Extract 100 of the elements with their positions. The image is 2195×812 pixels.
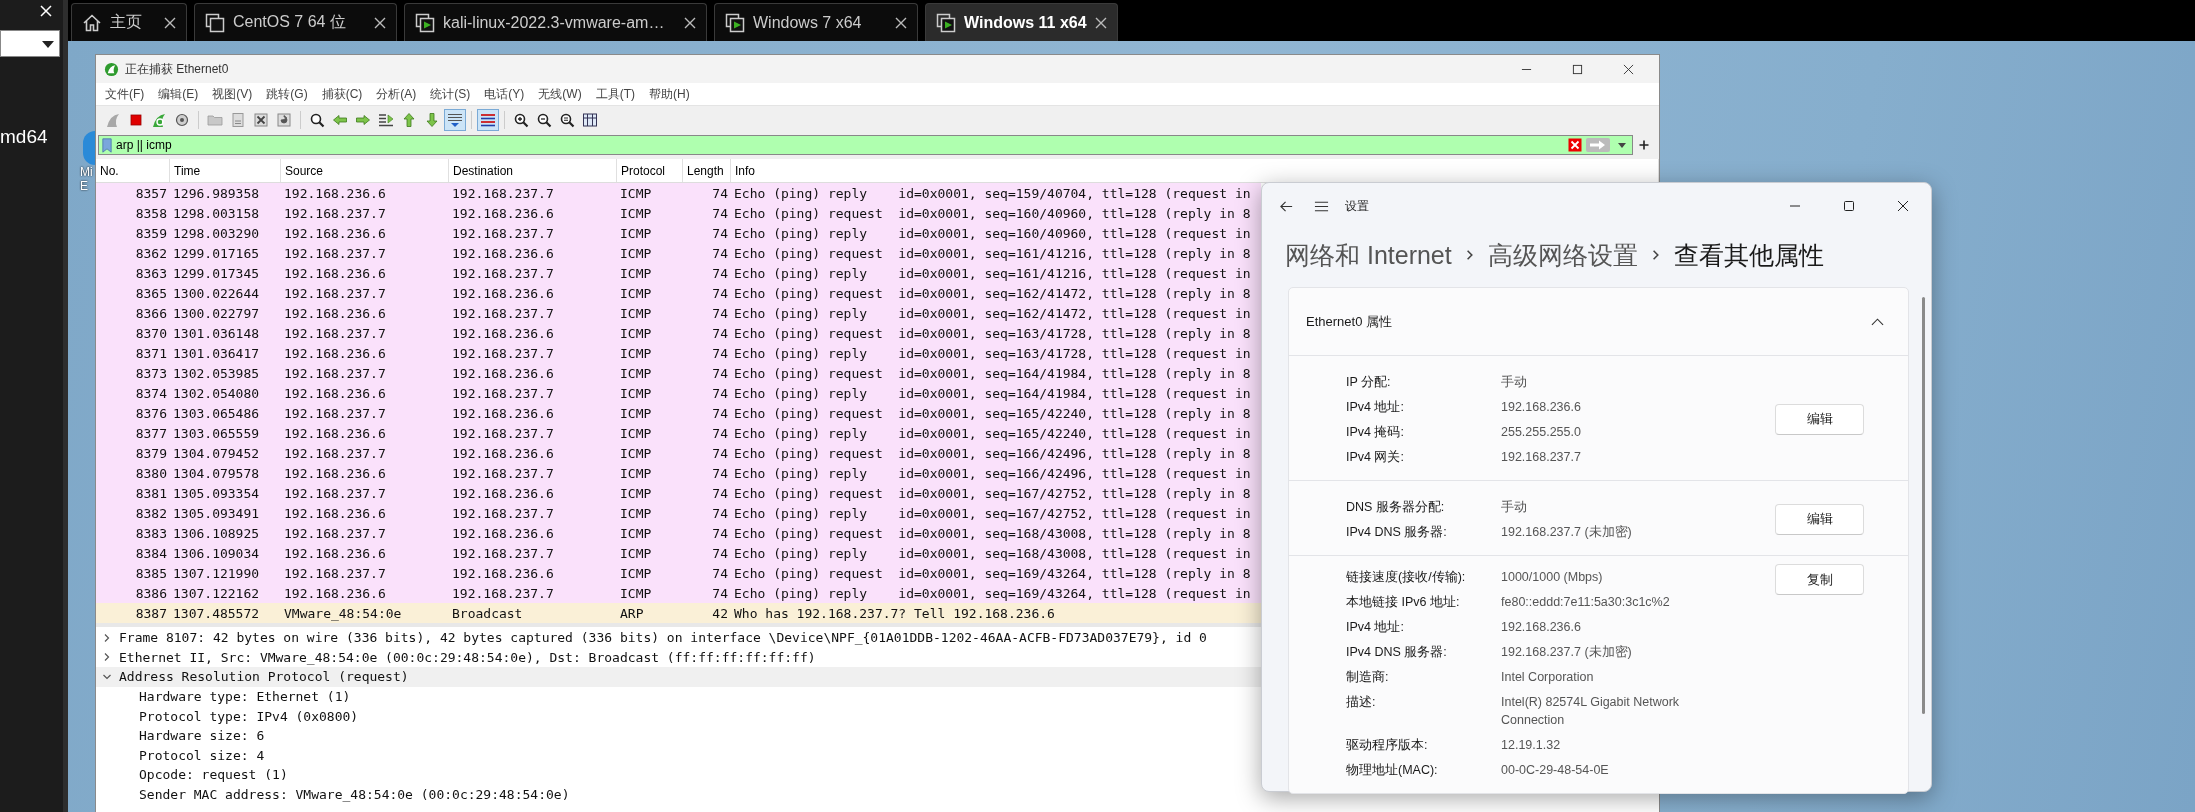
- maximize-icon[interactable]: [1572, 63, 1583, 75]
- menu-item[interactable]: 捕获(C): [321, 85, 363, 103]
- packet-row[interactable]: 8379 1304.079452 192.168.237.7 192.168.236.6 ICMP 74 Echo (ping) request id=0x0001, seq=166/42496, ttl=128 (reply in 8: [96, 443, 1261, 463]
- close-icon[interactable]: [684, 16, 696, 29]
- chevron-up-icon[interactable]: [1871, 317, 1884, 326]
- packet-row[interactable]: 8362 1299.017165 192.168.237.7 192.168.236.6 ICMP 74 Echo (ping) request id=0x0001, seq=161/41216, ttl=128 (reply in 8: [96, 243, 1261, 263]
- table-cell-text: 8387: [134, 605, 168, 621]
- packet-row[interactable]: 8386 1307.122162 192.168.236.6 192.168.237.7 ICMP 74 Echo (ping) reply id=0x0001, seq=169/43264, ttl=128 (request in: [96, 583, 1261, 603]
- packet-row[interactable]: 8374 1302.054080 192.168.236.6 192.168.237.7 ICMP 74 Echo (ping) reply id=0x0001, seq=164/41984, ttl=128 (request in: [96, 383, 1261, 403]
- packet-row[interactable]: 8366 1300.022797 192.168.236.6 192.168.237.7 ICMP 74 Echo (ping) reply id=0x0001, seq=162/41472, ttl=128 (request in: [96, 303, 1261, 323]
- tree-row[interactable]: Frame 8107: 42 bytes on wire (336 bits), 42 bytes captured (336 bits) on interface \Device\NPF_{01A01DDB-1202-46AA-ACFB-FD73AD037E79}, id 0: [96, 628, 1261, 648]
- column-header[interactable]: Protocol: [617, 159, 683, 182]
- table-cell-text: 8366: [134, 305, 168, 321]
- maximize-icon[interactable]: [1843, 200, 1855, 212]
- action-button[interactable]: 编辑: [1775, 503, 1864, 535]
- plus-icon[interactable]: [1639, 140, 1649, 150]
- column-header[interactable]: Time: [170, 159, 281, 182]
- zoom-in-icon: [513, 111, 529, 128]
- dropdown-field[interactable]: [0, 30, 60, 57]
- packet-row[interactable]: 8376 1303.065486 192.168.237.7 192.168.236.6 ICMP 74 Echo (ping) request id=0x0001, seq=165/42240, ttl=128 (reply in 8: [96, 403, 1261, 423]
- packet-row[interactable]: 8359 1298.003290 192.168.236.6 192.168.237.7 ICMP 74 Echo (ping) reply id=0x0001, seq=160/40960, ttl=128 (request in: [96, 223, 1261, 243]
- chevron-right-icon[interactable]: [102, 632, 112, 643]
- close-icon[interactable]: [1095, 16, 1107, 29]
- menu-item[interactable]: 无线(W): [538, 85, 582, 103]
- table-cell-text: 192.168.237.7: [451, 545, 555, 561]
- table-cell-text: 192.168.236.6: [283, 225, 387, 241]
- tree-row[interactable]: Ethernet II, Src: VMware_48:54:0e (00:0c:29:48:54:0e), Dst: Broadcast (ff:ff:ff:ff:ff:ff): [96, 647, 1261, 668]
- menu-item[interactable]: 文件(F): [105, 85, 145, 103]
- tree-row[interactable]: Hardware size: 6: [139, 728, 265, 744]
- close-icon[interactable]: [1623, 63, 1634, 75]
- packet-row[interactable]: 8373 1302.053985 192.168.237.7 192.168.236.6 ICMP 74 Echo (ping) request id=0x0001, seq=164/41984, ttl=128 (reply in 8: [96, 363, 1261, 383]
- property-label: 制造商:: [1346, 668, 1390, 686]
- property-value: 192.168.236.6: [1501, 398, 1582, 416]
- tree-row[interactable]: Opcode: request (1): [139, 767, 288, 783]
- close-icon[interactable]: [374, 16, 386, 29]
- table-cell-text: 192.168.236.6: [451, 205, 555, 221]
- close-icon[interactable]: [895, 16, 907, 29]
- packet-row[interactable]: 8363 1299.017345 192.168.236.6 192.168.237.7 ICMP 74 Echo (ping) reply id=0x0001, seq=161/41216, ttl=128 (request in: [96, 263, 1261, 283]
- menu-item[interactable]: 编辑(E): [158, 85, 199, 103]
- packet-row[interactable]: 8365 1300.022644 192.168.237.7 192.168.236.6 ICMP 74 Echo (ping) request id=0x0001, seq=162/41472, ttl=128 (reply in 8: [96, 283, 1261, 303]
- menu-item[interactable]: 电话(Y): [484, 85, 525, 103]
- caret-icon[interactable]: [1618, 142, 1626, 148]
- column-header[interactable]: Destination: [449, 159, 617, 182]
- packet-row[interactable]: 8371 1301.036417 192.168.236.6 192.168.237.7 ICMP 74 Echo (ping) reply id=0x0001, seq=163/41728, ttl=128 (request in: [96, 343, 1261, 363]
- tree-row[interactable]: Sender MAC address: VMware_48:54:0e (00:0c:29:48:54:0e): [139, 787, 570, 803]
- packet-row[interactable]: 8385 1307.121990 192.168.237.7 192.168.236.6 ICMP 74 Echo (ping) request id=0x0001, seq=169/43264, ttl=128 (reply in 8: [96, 563, 1261, 583]
- packet-row[interactable]: 8357 1296.989358 192.168.236.6 192.168.237.7 ICMP 74 Echo (ping) reply id=0x0001, seq=159/40704, ttl=128 (request in: [96, 183, 1261, 203]
- table-cell-text: ICMP: [619, 205, 653, 221]
- table-cell-text: 8385: [134, 565, 168, 581]
- chevron-right-icon[interactable]: [102, 652, 112, 663]
- packet-row[interactable]: 8381 1305.093354 192.168.237.7 192.168.236.6 ICMP 74 Echo (ping) request id=0x0001, seq=167/42752, ttl=128 (reply in 8: [96, 483, 1261, 503]
- clear-icon[interactable]: [1568, 138, 1582, 152]
- packet-row[interactable]: 8383 1306.108925 192.168.237.7 192.168.236.6 ICMP 74 Echo (ping) request id=0x0001, seq=168/43008, ttl=128 (reply in 8: [96, 523, 1261, 543]
- tree-row[interactable]: Protocol size: 4: [139, 747, 265, 763]
- table-cell-text: 74: [711, 205, 729, 221]
- menu-item[interactable]: 帮助(H): [649, 85, 690, 103]
- menu-item[interactable]: 统计(S): [430, 85, 471, 103]
- filter-field[interactable]: arp || icmp: [98, 135, 1633, 155]
- packet-row[interactable]: 8382 1305.093491 192.168.236.6 192.168.237.7 ICMP 74 Echo (ping) reply id=0x0001, seq=167/42752, ttl=128 (request in: [96, 503, 1261, 523]
- menu-item[interactable]: 分析(A): [376, 85, 417, 103]
- table-cell-text: 74: [711, 185, 729, 201]
- table-cell-text: Echo (ping) request id=0x0001, seq=160/40960, ttl=128 (reply in 8: [733, 205, 1251, 221]
- close-icon[interactable]: [1897, 200, 1909, 212]
- packet-row[interactable]: 8384 1306.109034 192.168.236.6 192.168.237.7 ICMP 74 Echo (ping) reply id=0x0001, seq=168/43008, ttl=128 (request in: [96, 543, 1261, 563]
- vm-tab[interactable]: Windows 7 x64: [714, 3, 918, 41]
- packet-row[interactable]: 8380 1304.079578 192.168.236.6 192.168.237.7 ICMP 74 Echo (ping) reply id=0x0001, seq=166/42496, ttl=128 (request in: [96, 463, 1261, 483]
- menu-item[interactable]: 视图(V): [212, 85, 253, 103]
- tree-row[interactable]: Address Resolution Protocol (request): [96, 667, 1261, 687]
- property-value: 192.168.236.6: [1501, 618, 1582, 636]
- bookmark-icon[interactable]: [102, 137, 112, 153]
- toolbar-button[interactable]: [477, 108, 499, 131]
- vm-tab[interactable]: Windows 11 x64: [925, 3, 1118, 41]
- toolbar-button[interactable]: [444, 108, 466, 131]
- table-cell-text: 1302.053985: [172, 365, 261, 381]
- property-label: IP 分配:: [1346, 373, 1392, 391]
- breadcrumb-item[interactable]: 网络和 Internet: [1285, 238, 1452, 272]
- property-label: 驱动程序版本:: [1346, 736, 1429, 754]
- table-cell-text: 192.168.237.7: [283, 365, 387, 381]
- menu-item[interactable]: 跳转(G): [266, 85, 308, 103]
- vm-tab[interactable]: CentOS 7 64 位: [194, 3, 397, 41]
- close-icon[interactable]: [164, 16, 176, 29]
- packet-row[interactable]: 8370 1301.036148 192.168.237.7 192.168.236.6 ICMP 74 Echo (ping) request id=0x0001, seq=163/41728, ttl=128 (reply in 8: [96, 323, 1261, 343]
- vm-tab[interactable]: 主页: [71, 3, 187, 41]
- column-header[interactable]: Source: [281, 159, 449, 182]
- packet-row[interactable]: 8358 1298.003158 192.168.237.7 192.168.236.6 ICMP 74 Echo (ping) request id=0x0001, seq=160/40960, ttl=128 (reply in 8: [96, 203, 1261, 223]
- tree-row[interactable]: Protocol type: IPv4 (0x0800): [139, 708, 359, 724]
- chevron-down-icon[interactable]: [102, 672, 112, 682]
- vm-tab[interactable]: kali-linux-2022.3-vmware-am…: [404, 3, 707, 41]
- table-cell-text: 192.168.236.6: [451, 485, 555, 501]
- packet-row[interactable]: 8377 1303.065559 192.168.236.6 192.168.237.7 ICMP 74 Echo (ping) reply id=0x0001, seq=165/42240, ttl=128 (request in: [96, 423, 1261, 443]
- column-header[interactable]: Length: [683, 159, 731, 182]
- column-header[interactable]: No.: [96, 159, 170, 182]
- tree-row[interactable]: Hardware type: Ethernet (1): [139, 689, 351, 705]
- action-button[interactable]: 复制: [1775, 564, 1864, 595]
- menu-item[interactable]: 工具(T): [595, 85, 635, 103]
- action-button[interactable]: 编辑: [1775, 403, 1864, 435]
- table-cell-text: Echo (ping) reply id=0x0001, seq=159/40704, ttl=128 (request in: [733, 185, 1251, 201]
- scrollbar[interactable]: [1922, 297, 1925, 714]
- breadcrumb-item[interactable]: 高级网络设置: [1487, 238, 1638, 272]
- resize-columns-icon: [582, 111, 598, 128]
